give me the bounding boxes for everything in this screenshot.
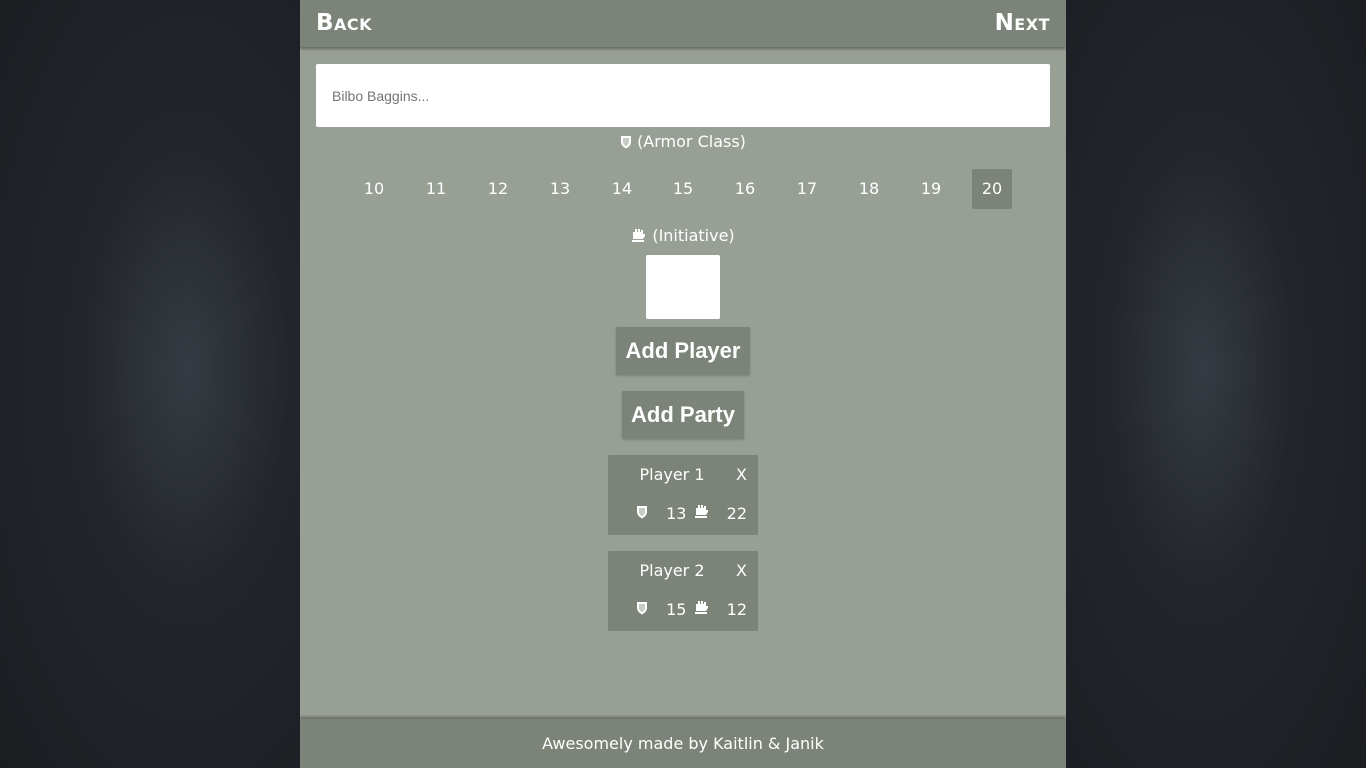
hand-icon <box>631 228 647 247</box>
top-bar: Back Next <box>300 0 1066 47</box>
armor-class-option[interactable]: 15 <box>663 169 703 209</box>
initiative-label-row: (Initiative) <box>300 226 1066 247</box>
player-stats: 15 12 <box>636 599 747 619</box>
player-card: Player 2 X 15 12 <box>608 551 758 631</box>
footer: Awesomely made by Kaitlin & Janik <box>300 719 1066 768</box>
hand-icon <box>694 504 710 523</box>
armor-class-option[interactable]: 13 <box>540 169 580 209</box>
player-armor-class: 13 <box>666 504 687 523</box>
background-left <box>0 0 300 768</box>
armor-class-option[interactable]: 19 <box>911 169 951 209</box>
initiative-input[interactable] <box>646 255 720 319</box>
player-name: Player 2 <box>639 561 705 580</box>
armor-class-option[interactable]: 16 <box>725 169 765 209</box>
armor-class-option[interactable]: 18 <box>849 169 889 209</box>
player-name-input[interactable] <box>316 64 1050 127</box>
player-stats: 13 22 <box>636 503 747 523</box>
player-name: Player 1 <box>639 465 705 484</box>
armor-class-option-selected[interactable]: 20 <box>972 169 1012 209</box>
add-party-button[interactable]: Add Party <box>622 391 744 439</box>
remove-player-button[interactable]: X <box>736 465 747 484</box>
player-card: Player 1 X 13 22 <box>608 455 758 535</box>
remove-player-button[interactable]: X <box>736 561 747 580</box>
app-panel: Back Next (Armor Class) 10 11 12 13 14 1… <box>300 0 1066 768</box>
armor-class-option[interactable]: 17 <box>787 169 827 209</box>
armor-class-label-row: (Armor Class) <box>300 132 1066 153</box>
shield-icon <box>636 504 652 523</box>
background-right <box>1066 0 1366 768</box>
shield-icon <box>620 134 632 153</box>
player-armor-class: 15 <box>666 600 687 619</box>
player-initiative: 22 <box>726 504 747 523</box>
next-button[interactable]: Next <box>995 10 1050 36</box>
shield-icon <box>636 600 652 619</box>
hand-icon <box>694 600 710 619</box>
armor-class-option[interactable]: 12 <box>478 169 518 209</box>
armor-class-option[interactable]: 14 <box>602 169 642 209</box>
player-initiative: 12 <box>726 600 747 619</box>
footer-credits: Awesomely made by Kaitlin & Janik <box>542 734 824 753</box>
armor-class-option[interactable]: 11 <box>416 169 456 209</box>
initiative-label: (Initiative) <box>652 226 735 245</box>
armor-class-option[interactable]: 10 <box>354 169 394 209</box>
back-button[interactable]: Back <box>316 10 372 36</box>
armor-class-selector: 10 11 12 13 14 15 16 17 18 19 20 <box>300 169 1066 209</box>
add-player-button[interactable]: Add Player <box>616 327 750 375</box>
armor-class-label: (Armor Class) <box>637 132 746 151</box>
